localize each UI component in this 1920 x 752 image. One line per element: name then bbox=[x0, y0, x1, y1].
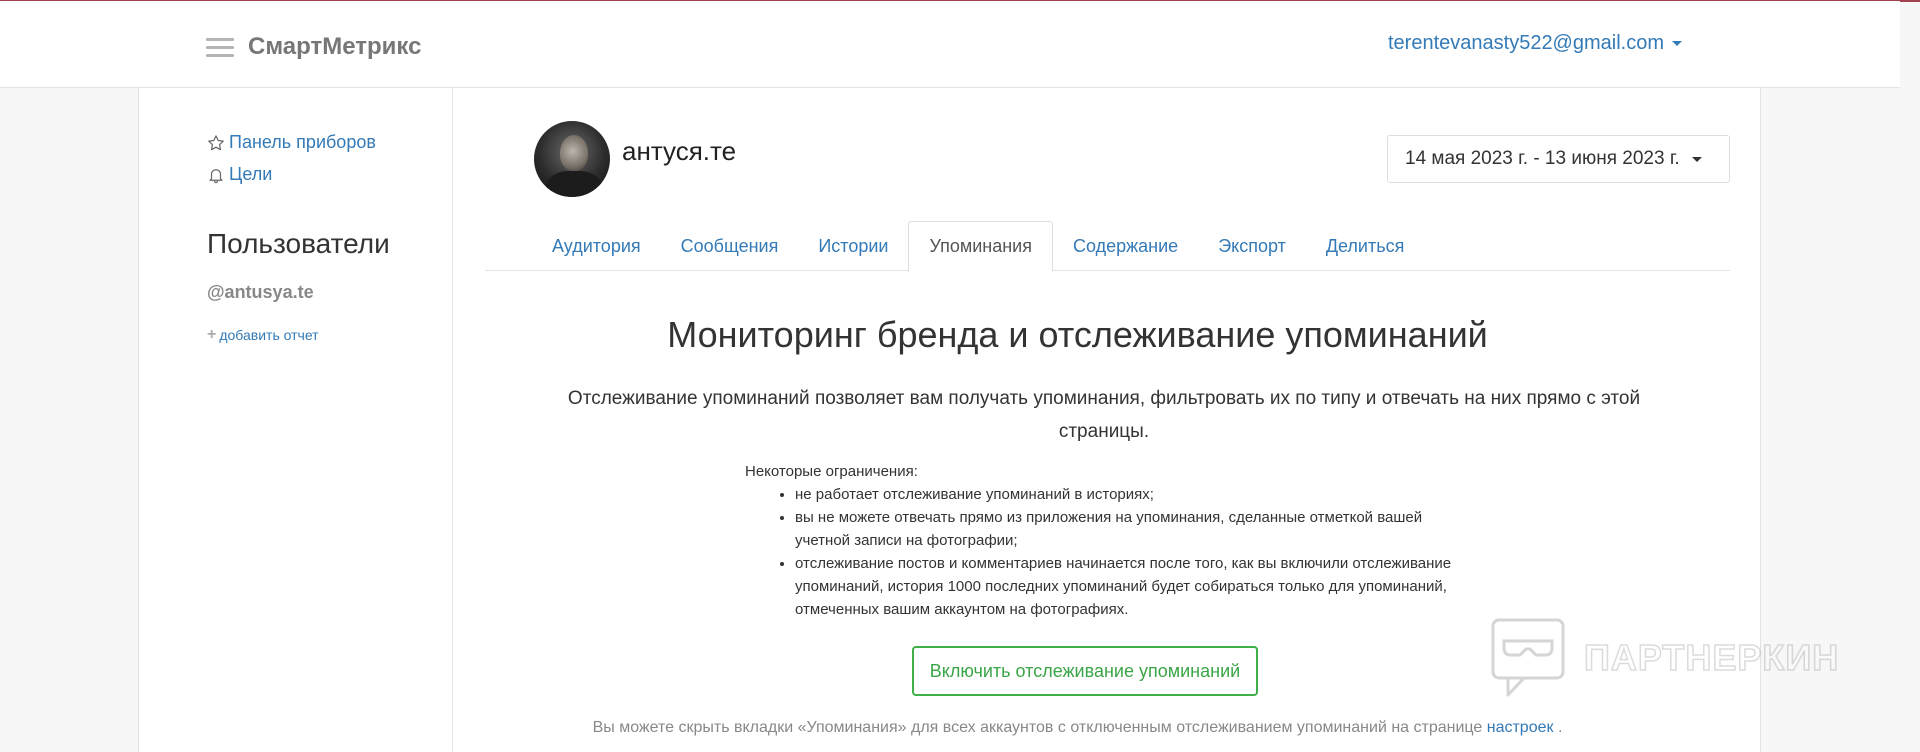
enable-mentions-button[interactable]: Включить отслеживание упоминаний bbox=[912, 646, 1258, 696]
sidebar-item-label: Панель приборов bbox=[229, 132, 376, 152]
footer-end: . bbox=[1557, 719, 1563, 736]
page-title: Мониторинг бренда и отслеживание упомина… bbox=[667, 314, 1488, 355]
tab-share[interactable]: Делиться bbox=[1306, 221, 1425, 271]
limits-list: не работает отслеживание упоминаний в ис… bbox=[795, 483, 1465, 621]
section-description: Отслеживание упоминаний позволяет вам по… bbox=[567, 388, 1641, 442]
date-range-picker[interactable]: 14 мая 2023 г. - 13 июня 2023 г. bbox=[1387, 135, 1730, 183]
tab-mentions[interactable]: Упоминания bbox=[908, 221, 1053, 272]
add-report-label: добавить отчет bbox=[219, 327, 319, 343]
sidebar-heading: Пользователи bbox=[207, 228, 390, 259]
tab-content[interactable]: Содержание bbox=[1053, 221, 1198, 271]
limits-heading: Некоторые ограничения: bbox=[745, 463, 918, 480]
sidebar-account[interactable]: @antusya.te bbox=[207, 282, 314, 303]
plus-icon: + bbox=[207, 326, 217, 343]
star-icon bbox=[208, 134, 224, 150]
tabs-bar: Аудитория Сообщения Истории Упоминания С… bbox=[485, 221, 1730, 272]
bell-icon bbox=[209, 168, 223, 183]
settings-link[interactable]: настроек bbox=[1487, 719, 1554, 736]
tab-stories[interactable]: Истории bbox=[798, 221, 908, 271]
list-item: не работает отслеживание упоминаний в ис… bbox=[795, 483, 1465, 506]
limits-block: Некоторые ограничения: не работает отсле… bbox=[745, 460, 1465, 621]
sidebar-item-dashboard[interactable]: Панель приборов bbox=[207, 132, 376, 153]
watermark: ПАРТНЕРКИН bbox=[1490, 617, 1870, 699]
sidebar-item-label: Цели bbox=[229, 164, 273, 184]
chevron-down-icon bbox=[1672, 41, 1682, 46]
watermark-logo-icon bbox=[1491, 618, 1565, 697]
watermark-text: ПАРТНЕРКИН bbox=[1583, 636, 1840, 679]
footer-text: Вы можете скрыть вкладки «Упоминания» дл… bbox=[592, 719, 1483, 736]
user-email: terentevanasty522@gmail.com bbox=[1388, 32, 1664, 54]
sidebar-item-goals[interactable]: Цели bbox=[207, 164, 272, 185]
add-report-link[interactable]: + добавить отчет bbox=[207, 326, 319, 344]
brand-logo[interactable]: СмартМетрикс bbox=[248, 33, 421, 61]
avatar bbox=[534, 121, 610, 197]
list-item: вы не можете отвечать прямо из приложени… bbox=[795, 506, 1465, 552]
footer-note: Вы можете скрыть вкладки «Упоминания» дл… bbox=[454, 719, 1701, 737]
tab-messages[interactable]: Сообщения bbox=[661, 221, 799, 271]
navbar: СмартМетрикс terentevanasty522@gmail.com bbox=[0, 1, 1900, 88]
sidebar: Панель приборов Цели Пользователи @antus… bbox=[139, 88, 453, 752]
profile-name: антуся.те bbox=[622, 136, 737, 166]
menu-icon[interactable] bbox=[206, 38, 234, 58]
chevron-down-icon bbox=[1691, 156, 1702, 162]
tab-export[interactable]: Экспорт bbox=[1198, 221, 1306, 271]
tab-audience[interactable]: Аудитория bbox=[532, 221, 661, 271]
date-range-value: 14 мая 2023 г. - 13 июня 2023 г. bbox=[1405, 148, 1680, 169]
list-item: отслеживание постов и комментариев начин… bbox=[795, 552, 1465, 621]
user-menu[interactable]: terentevanasty522@gmail.com bbox=[1388, 32, 1682, 55]
